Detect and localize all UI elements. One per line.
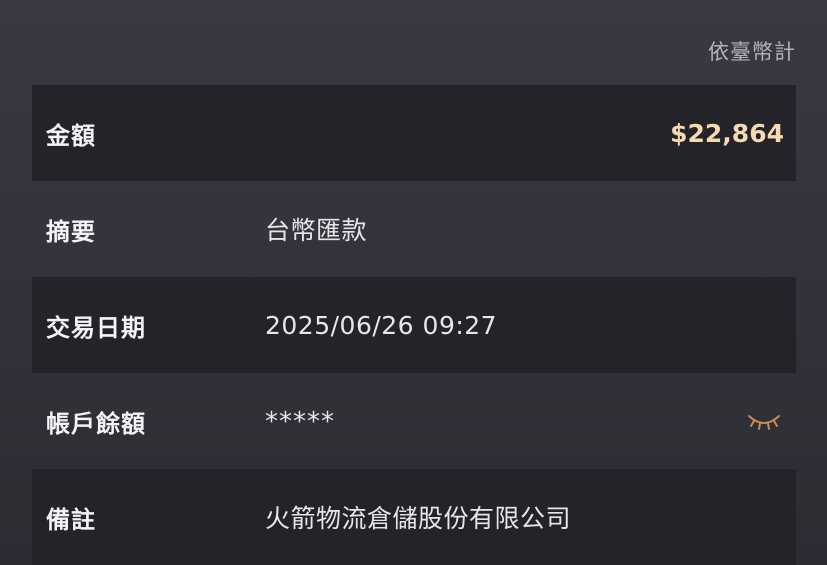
remarks-label: 備註 bbox=[46, 505, 96, 534]
currency-note: 依臺幣計 bbox=[708, 40, 796, 64]
account-balance-value: ***** bbox=[265, 407, 335, 437]
summary-value: 台幣匯款 bbox=[265, 216, 368, 245]
transaction-date-value: 2025/06/26 09:27 bbox=[265, 310, 498, 340]
summary-row: 摘要 台幣匯款 bbox=[32, 181, 796, 277]
amount-value: $22,864 bbox=[670, 118, 784, 148]
account-balance-row: 帳戶餘額 ***** bbox=[32, 373, 796, 469]
transaction-date-row: 交易日期 2025/06/26 09:27 bbox=[32, 277, 796, 373]
amount-row: 金額 $22,864 bbox=[32, 85, 796, 181]
eye-closed-icon[interactable] bbox=[746, 411, 782, 433]
transaction-date-label: 交易日期 bbox=[46, 313, 146, 342]
transaction-detail-table: 金額 $22,864 摘要 台幣匯款 交易日期 2025/06/26 09:27… bbox=[32, 85, 796, 565]
account-balance-label: 帳戶餘額 bbox=[46, 409, 146, 438]
summary-label: 摘要 bbox=[46, 217, 96, 246]
amount-label: 金額 bbox=[46, 121, 96, 150]
remarks-value: 火箭物流倉儲股份有限公司 bbox=[265, 504, 572, 533]
remarks-row: 備註 火箭物流倉儲股份有限公司 bbox=[32, 469, 796, 565]
